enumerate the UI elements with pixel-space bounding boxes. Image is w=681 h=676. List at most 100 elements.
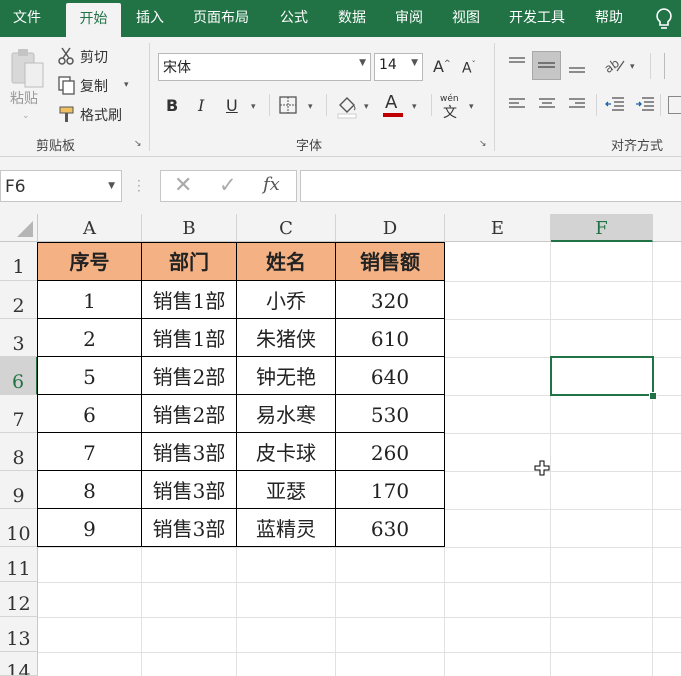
row-header-12[interactable]: 12 [0,582,38,617]
insert-function-button[interactable]: fx [263,174,280,195]
table-cell[interactable]: 7 [38,433,142,471]
font-size-select[interactable]: 14 ▼ [374,53,423,81]
bold-button[interactable]: B [166,96,178,115]
row-header-11[interactable]: 11 [0,547,38,582]
table-cell[interactable]: 9 [38,509,142,547]
table-cell[interactable]: 8 [38,471,142,509]
tab-view[interactable]: 视图 [440,0,492,37]
formula-input[interactable] [300,170,681,202]
cancel-icon[interactable]: ✕ [174,173,192,198]
shrink-font-button[interactable]: Aˇ [462,60,476,77]
copy-icon[interactable] [57,75,77,95]
row-header-14[interactable]: 14 [0,652,38,676]
tab-formulas[interactable]: 公式 [268,0,320,37]
align-right-icon[interactable] [567,97,587,113]
column-header-next[interactable] [653,214,681,242]
lightbulb-icon[interactable] [652,6,676,32]
copy-button[interactable]: 复制 [80,76,108,96]
column-header-a[interactable]: A [38,214,142,242]
table-cell[interactable]: 530 [336,395,445,433]
table-cell[interactable]: 皮卡球 [237,433,336,471]
fill-color-dropdown-icon[interactable]: ▾ [364,102,369,112]
table-cell[interactable]: 蓝精灵 [237,509,336,547]
table-cell[interactable]: 销售1部 [142,319,237,357]
row-header-10[interactable]: 10 [0,509,38,547]
table-cell[interactable]: 销售2部 [142,357,237,395]
grow-font-button[interactable]: A^ [433,57,451,76]
scissors-icon[interactable] [57,46,77,66]
column-header-c[interactable]: C [237,214,336,242]
tab-page-layout[interactable]: 页面布局 [181,0,261,37]
phonetic-dropdown-icon[interactable]: ▾ [469,102,474,112]
table-cell[interactable]: 销售3部 [142,433,237,471]
font-name-select[interactable]: 宋体 ▼ [158,53,371,81]
table-header-cell[interactable]: 部门 [142,243,237,281]
selected-cell[interactable] [550,356,654,396]
tab-home[interactable]: 开始 [66,3,121,37]
align-bottom-icon[interactable] [567,59,587,75]
paste-label[interactable]: 粘贴 [10,88,38,108]
clipboard-launcher-icon[interactable]: ↘ [134,139,142,149]
underline-button[interactable]: U [226,96,238,115]
table-cell[interactable]: 易水寒 [237,395,336,433]
column-header-b[interactable]: B [142,214,237,242]
row-header-6[interactable]: 6 [0,357,38,395]
table-cell[interactable]: 260 [336,433,445,471]
italic-button[interactable]: I [198,96,204,115]
row-header-1[interactable]: 1 [0,242,38,281]
table-cell[interactable]: 320 [336,281,445,319]
table-header-cell[interactable]: 销售额 [336,243,445,281]
cut-button[interactable]: 剪切 [80,47,108,67]
table-cell[interactable]: 2 [38,319,142,357]
fill-handle[interactable] [649,392,657,400]
table-cell[interactable]: 销售1部 [142,281,237,319]
copy-dropdown-icon[interactable]: ▾ [124,80,129,90]
table-cell[interactable]: 610 [336,319,445,357]
align-center-icon[interactable] [537,97,557,113]
tab-insert[interactable]: 插入 [124,0,176,37]
table-header-cell[interactable]: 姓名 [237,243,336,281]
table-cell[interactable]: 小乔 [237,281,336,319]
align-middle-button[interactable] [532,51,561,80]
table-cell[interactable]: 5 [38,357,142,395]
decrease-indent-icon[interactable] [604,96,626,114]
row-header-8[interactable]: 8 [0,433,38,471]
table-cell[interactable]: 亚瑟 [237,471,336,509]
borders-icon[interactable] [279,96,297,114]
orientation-dropdown-icon[interactable]: ▾ [630,62,635,72]
table-cell[interactable]: 销售3部 [142,471,237,509]
name-box[interactable]: F6 ▼ [0,170,122,202]
table-cell[interactable]: 6 [38,395,142,433]
column-header-e[interactable]: E [445,214,551,242]
table-cell[interactable]: 640 [336,357,445,395]
orientation-icon[interactable]: ab [604,55,626,75]
table-cell[interactable]: 朱猪侠 [237,319,336,357]
enter-check-icon[interactable]: ✓ [219,173,237,197]
increase-indent-icon[interactable] [634,96,656,114]
paste-dropdown-icon[interactable]: ⌄ [22,111,30,121]
row-header-2[interactable]: 2 [0,281,38,319]
table-cell[interactable]: 630 [336,509,445,547]
underline-dropdown-icon[interactable]: ▾ [251,102,256,112]
phonetic-guide-button[interactable]: wén 文 [440,94,459,122]
column-header-f[interactable]: F [551,214,653,242]
tab-file[interactable]: 文件 [0,0,54,37]
row-header-9[interactable]: 9 [0,471,38,509]
spreadsheet-grid[interactable]: A B C D E F 1 2 3 6 7 8 9 10 11 12 13 14… [0,214,681,676]
drag-handle-icon[interactable]: · · · [137,175,141,197]
table-cell[interactable]: 钟无艳 [237,357,336,395]
table-header-cell[interactable]: 序号 [38,243,142,281]
fill-color-icon[interactable] [336,93,358,119]
merge-cells-button[interactable] [668,96,681,114]
tab-developer[interactable]: 开发工具 [496,0,578,37]
wrap-text-button[interactable] [664,53,681,79]
font-color-button[interactable]: A [385,92,397,113]
table-cell[interactable]: 1 [38,281,142,319]
tab-review[interactable]: 审阅 [383,0,435,37]
tab-data[interactable]: 数据 [326,0,378,37]
tab-help[interactable]: 帮助 [583,0,635,37]
paste-icon[interactable] [9,46,47,90]
column-header-d[interactable]: D [336,214,445,242]
row-header-3[interactable]: 3 [0,319,38,357]
align-top-icon[interactable] [507,56,527,72]
